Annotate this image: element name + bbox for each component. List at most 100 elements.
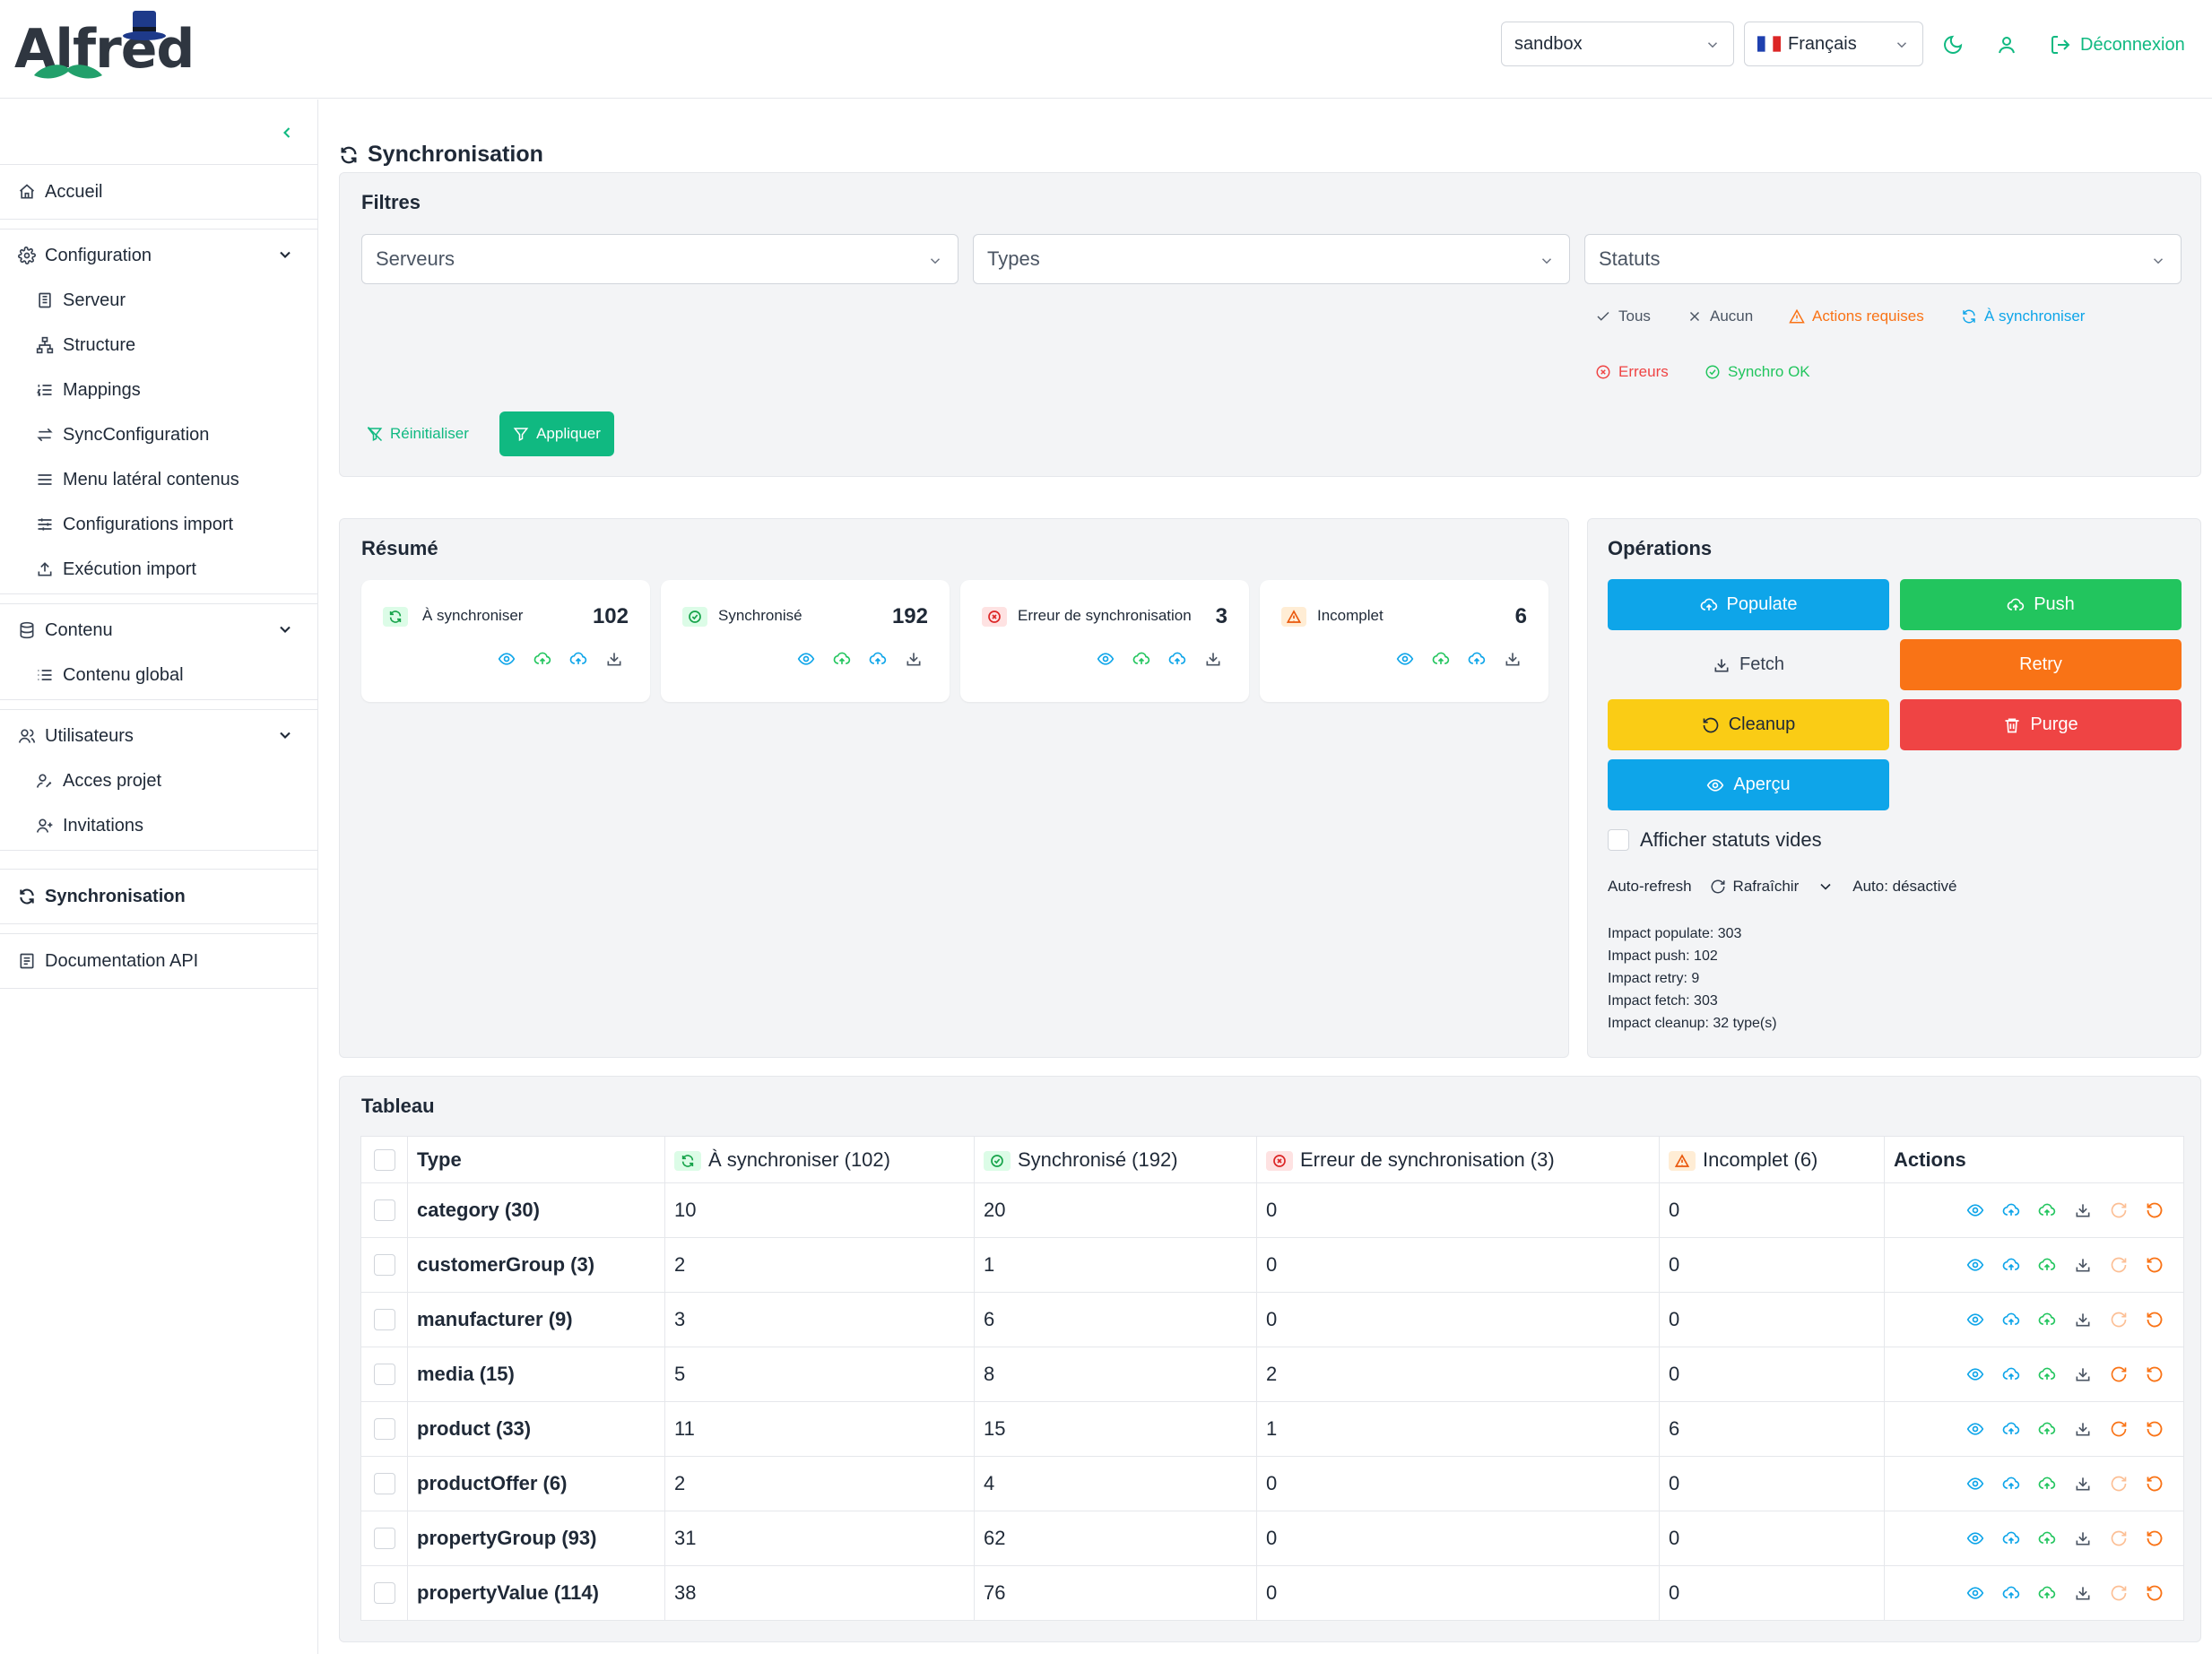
sidebar-item-import-execution[interactable]: Exécution import <box>36 556 196 583</box>
eye-icon[interactable] <box>1966 1256 1984 1274</box>
sidebar-item-mappings[interactable]: Mappings <box>36 377 141 403</box>
preview-button[interactable]: Aperçu <box>1608 759 1889 810</box>
cleanup-icon[interactable] <box>2146 1529 2164 1547</box>
types-select[interactable]: Types <box>973 234 1570 284</box>
cloud-sync-icon[interactable] <box>1168 650 1186 668</box>
sidebar-item-global-content[interactable]: Contenu global <box>36 662 184 688</box>
row-checkbox[interactable] <box>373 1582 395 1604</box>
cloud-push-icon[interactable] <box>2038 1311 2056 1329</box>
eye-icon[interactable] <box>1966 1420 1984 1438</box>
cleanup-icon[interactable] <box>2146 1420 2164 1438</box>
cell-type[interactable]: propertyGroup (93) <box>407 1511 665 1566</box>
servers-select[interactable]: Serveurs <box>361 234 959 284</box>
sidebar-item-synchronisation[interactable]: Synchronisation <box>18 883 186 910</box>
cloud-upload-icon[interactable] <box>2002 1529 2020 1547</box>
download-icon[interactable] <box>2074 1529 2092 1547</box>
download-icon[interactable] <box>2074 1475 2092 1493</box>
cloud-sync-icon[interactable] <box>869 650 887 668</box>
row-checkbox[interactable] <box>373 1418 395 1440</box>
sidebar-item-content[interactable]: Contenu <box>18 617 113 644</box>
quick-filter-none[interactable]: Aucun <box>1687 307 1753 325</box>
quick-filter-all[interactable]: Tous <box>1595 307 1651 325</box>
header-synced[interactable]: Synchronisé (192) <box>974 1136 1257 1183</box>
chevron-down-icon[interactable] <box>276 620 294 638</box>
eye-icon[interactable] <box>1966 1311 1984 1329</box>
download-icon[interactable] <box>2074 1256 2092 1274</box>
retry-icon[interactable] <box>2110 1365 2128 1383</box>
row-checkbox[interactable] <box>373 1309 395 1330</box>
chevron-down-icon[interactable] <box>276 726 294 744</box>
cleanup-button[interactable]: Cleanup <box>1608 699 1889 750</box>
cell-type[interactable]: category (30) <box>407 1182 665 1238</box>
download-icon[interactable] <box>605 650 623 668</box>
show-empty-checkbox[interactable] <box>1608 829 1629 851</box>
chevron-down-icon[interactable] <box>1817 878 1835 896</box>
cloud-sync-icon[interactable] <box>569 650 587 668</box>
purge-button[interactable]: Purge <box>1900 699 2182 750</box>
eye-icon[interactable] <box>1966 1475 1984 1493</box>
cell-type[interactable]: manufacturer (9) <box>407 1292 665 1347</box>
cloud-upload-icon[interactable] <box>833 650 851 668</box>
cloud-push-icon[interactable] <box>2038 1365 2056 1383</box>
cloud-push-icon[interactable] <box>2038 1529 2056 1547</box>
download-icon[interactable] <box>2074 1201 2092 1219</box>
eye-icon[interactable] <box>498 650 516 668</box>
cloud-push-icon[interactable] <box>2038 1201 2056 1219</box>
profile-button[interactable] <box>1996 27 2017 63</box>
download-icon[interactable] <box>1504 650 1522 668</box>
cloud-upload-icon[interactable] <box>2002 1584 2020 1602</box>
alfred-logo[interactable]: Alfred <box>14 11 195 81</box>
cloud-upload-icon[interactable] <box>2002 1201 2020 1219</box>
sidebar-item-invitations[interactable]: Invitations <box>36 812 143 839</box>
sidebar-item-server[interactable]: Serveur <box>36 287 126 314</box>
cloud-upload-icon[interactable] <box>1432 650 1450 668</box>
quick-filter-errors[interactable]: Erreurs <box>1595 363 1669 381</box>
cloud-upload-icon[interactable] <box>2002 1256 2020 1274</box>
sidebar-item-import-configurations[interactable]: Configurations import <box>36 511 233 538</box>
sidebar-item-api-docs[interactable]: Documentation API <box>18 948 198 974</box>
cloud-sync-icon[interactable] <box>1468 650 1486 668</box>
logout-button[interactable]: Déconnexion <box>2050 27 2185 63</box>
theme-toggle-button[interactable] <box>1942 27 1964 63</box>
cloud-upload-icon[interactable] <box>2002 1311 2020 1329</box>
apply-filters-button[interactable]: Appliquer <box>499 411 614 456</box>
cloud-upload-icon[interactable] <box>2002 1365 2020 1383</box>
refresh-button[interactable]: Rafraîchir <box>1710 878 1799 896</box>
retry-icon[interactable] <box>2110 1475 2128 1493</box>
eye-icon[interactable] <box>1097 650 1115 668</box>
row-checkbox[interactable] <box>373 1199 395 1221</box>
cloud-upload-icon[interactable] <box>2002 1475 2020 1493</box>
select-all-checkbox[interactable] <box>373 1148 395 1171</box>
collapse-sidebar-button[interactable] <box>278 122 296 143</box>
download-icon[interactable] <box>1204 650 1222 668</box>
header-error[interactable]: Erreur de synchronisation (3) <box>1256 1136 1660 1183</box>
retry-icon[interactable] <box>2110 1201 2128 1219</box>
sidebar-item-project-access[interactable]: Acces projet <box>36 767 161 794</box>
retry-icon[interactable] <box>2110 1584 2128 1602</box>
row-checkbox[interactable] <box>373 1254 395 1276</box>
language-select[interactable]: Français <box>1744 22 1923 66</box>
retry-icon[interactable] <box>2110 1420 2128 1438</box>
quick-filter-actions-required[interactable]: Actions requises <box>1789 307 1924 325</box>
header-type[interactable]: Type <box>407 1136 665 1183</box>
cloud-push-icon[interactable] <box>2038 1256 2056 1274</box>
cleanup-icon[interactable] <box>2146 1365 2164 1383</box>
cleanup-icon[interactable] <box>2146 1311 2164 1329</box>
environment-select[interactable]: sandbox <box>1501 22 1734 66</box>
eye-icon[interactable] <box>1396 650 1414 668</box>
eye-icon[interactable] <box>1966 1201 1984 1219</box>
cloud-upload-icon[interactable] <box>2002 1420 2020 1438</box>
quick-filter-sync-ok[interactable]: Synchro OK <box>1705 363 1810 381</box>
header-incomplete[interactable]: Incomplet (6) <box>1659 1136 1885 1183</box>
eye-icon[interactable] <box>797 650 815 668</box>
sidebar-item-side-menu-content[interactable]: Menu latéral contenus <box>36 466 239 493</box>
retry-button[interactable]: Retry <box>1900 639 2182 690</box>
cell-type[interactable]: propertyValue (114) <box>407 1565 665 1621</box>
cleanup-icon[interactable] <box>2146 1584 2164 1602</box>
row-checkbox[interactable] <box>373 1364 395 1385</box>
retry-icon[interactable] <box>2110 1256 2128 1274</box>
cloud-push-icon[interactable] <box>2038 1420 2056 1438</box>
eye-icon[interactable] <box>1966 1584 1984 1602</box>
push-button[interactable]: Push <box>1900 579 2182 630</box>
download-icon[interactable] <box>905 650 923 668</box>
